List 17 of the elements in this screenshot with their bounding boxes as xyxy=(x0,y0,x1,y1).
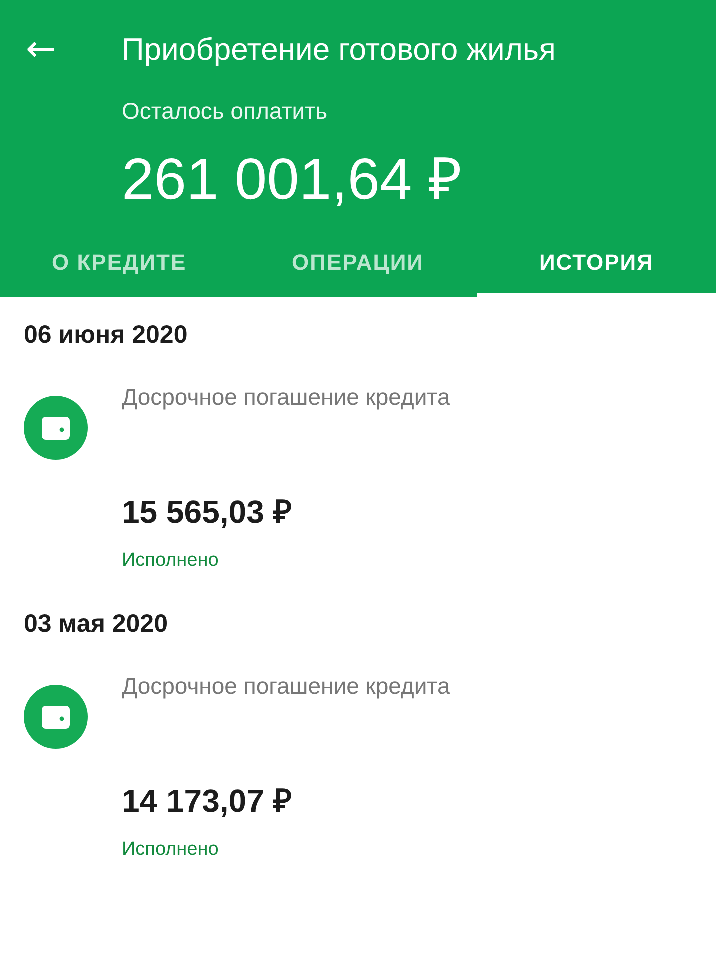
wallet-icon xyxy=(24,685,88,749)
operation-status: Исполнено xyxy=(122,550,220,572)
date-heading: 03 мая 2020 xyxy=(24,610,169,639)
remaining-amount: 261 001,64 ₽ xyxy=(122,146,464,214)
operation-description: Досрочное погашение кредита xyxy=(122,384,450,411)
operation-amount: 15 565,03 ₽ xyxy=(122,493,294,532)
date-heading: 06 июня 2020 xyxy=(24,321,189,350)
page-title: Приобретение готового жилья xyxy=(122,32,556,68)
operation-description: Досрочное погашение кредита xyxy=(122,673,450,700)
operation-status: Исполнено xyxy=(122,839,220,861)
remaining-label: Осталось оплатить xyxy=(122,98,329,125)
operation-amount: 14 173,07 ₽ xyxy=(122,782,294,821)
tab[interactable]: О КРЕДИТЕ xyxy=(0,237,239,297)
back-button[interactable]: ← xyxy=(0,30,122,70)
tab[interactable]: ИСТОРИЯ xyxy=(477,237,716,297)
tab[interactable]: ОПЕРАЦИИ xyxy=(238,237,478,297)
wallet-icon xyxy=(24,396,88,460)
